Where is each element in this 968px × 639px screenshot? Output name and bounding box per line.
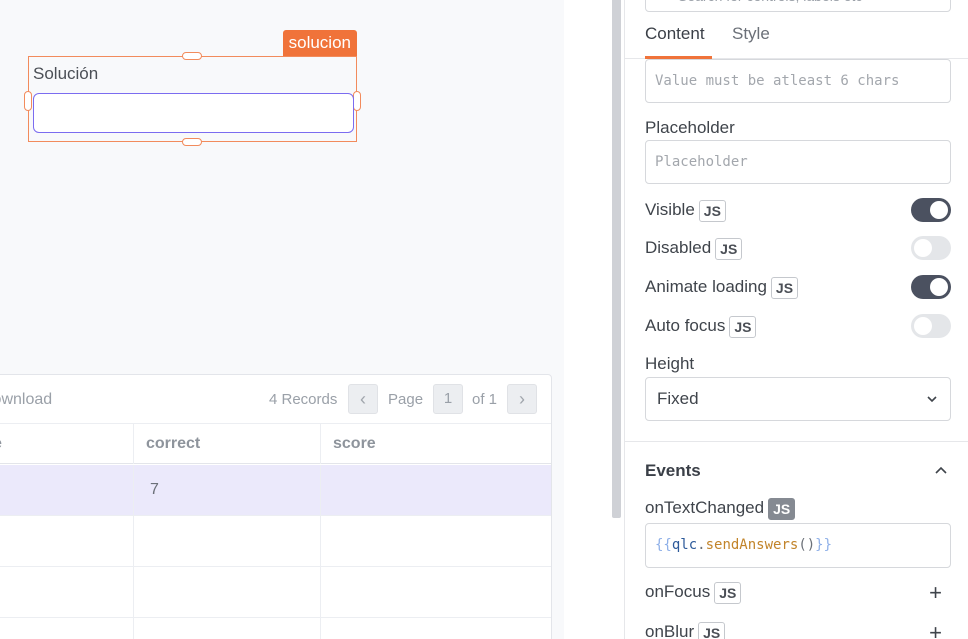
code-object: qlc <box>671 537 698 553</box>
js-toggle-button[interactable]: JS <box>770 276 799 299</box>
table-row[interactable]: 7 <box>0 465 551 516</box>
chevron-right-icon: › <box>519 389 525 409</box>
js-toggle-button[interactable]: JS <box>714 581 742 604</box>
toggle-knob <box>930 201 948 219</box>
animate-loading-property: Animate loading JS <box>645 273 951 301</box>
code-open-brace: {{ <box>655 537 672 553</box>
input-label: Solución <box>33 64 99 83</box>
code-method: sendAnswers <box>705 537 799 553</box>
table-header: e correct score <box>0 424 551 464</box>
chevron-left-icon: ‹ <box>360 389 366 409</box>
table-cell[interactable] <box>0 618 134 639</box>
on-text-changed-label: onTextChanged <box>645 498 765 517</box>
disabled-toggle[interactable] <box>911 236 951 260</box>
events-section-title[interactable]: Events <box>645 461 701 481</box>
page-total: of 1 <box>472 391 498 408</box>
js-toggle-button[interactable]: JS <box>715 237 743 260</box>
js-toggle-button[interactable]: JS <box>729 315 757 338</box>
table-cell[interactable] <box>134 618 321 639</box>
code-close-brace: }} <box>815 537 833 553</box>
on-focus-property: onFocus JS <box>645 578 951 606</box>
animate-loading-toggle[interactable] <box>911 275 951 299</box>
table-cell[interactable] <box>321 516 553 567</box>
visible-property: Visible JS <box>645 196 951 224</box>
canvas-scrollbar-track <box>564 0 624 639</box>
placeholder-field[interactable]: Placeholder <box>645 140 951 184</box>
on-blur-label: onBlur <box>645 622 695 639</box>
table-cell[interactable] <box>0 567 134 618</box>
prev-page-button[interactable]: ‹ <box>348 384 378 414</box>
next-page-button[interactable]: › <box>507 384 537 414</box>
table-row[interactable] <box>0 516 551 567</box>
chevron-down-icon <box>927 396 937 403</box>
auto-focus-toggle[interactable] <box>911 314 951 338</box>
table-cell[interactable] <box>134 516 321 567</box>
chevron-up-icon[interactable] <box>934 464 948 478</box>
auto-focus-property: Auto focus JS <box>645 312 951 340</box>
canvas-scrollbar-thumb[interactable] <box>612 0 621 518</box>
records-count: 4 Records <box>269 391 338 408</box>
table-row[interactable] <box>0 567 551 618</box>
input-widget-selected[interactable]: solucion Solución <box>24 30 361 146</box>
error-message-field[interactable]: Value must be atleast 6 chars <box>645 59 951 103</box>
auto-focus-label: Auto focus <box>645 316 726 335</box>
table-cell[interactable] <box>321 618 553 639</box>
on-blur-property: onBlur JS <box>645 618 951 639</box>
on-text-changed-property: onTextChanged JS <box>645 494 951 522</box>
property-search-input[interactable]: Search for controls, labels etc <box>645 0 951 12</box>
add-on-focus-icon[interactable]: + <box>929 582 942 604</box>
disabled-label: Disabled <box>645 238 712 257</box>
tab-style[interactable]: Style <box>732 22 770 59</box>
resize-handle-right[interactable] <box>353 91 361 111</box>
widget-name-tag[interactable]: solucion <box>282 30 357 56</box>
property-tabs: Content Style <box>625 22 968 59</box>
on-focus-label: onFocus <box>645 582 711 601</box>
height-select-value: Fixed <box>657 389 699 408</box>
column-header-correct[interactable]: correct <box>134 424 321 464</box>
table-cell[interactable] <box>134 567 321 618</box>
placeholder-label: Placeholder <box>645 118 735 137</box>
table-toolbar: Download 4 Records ‹ Page 1 of 1 › <box>0 375 551 424</box>
toggle-knob <box>914 239 932 257</box>
visible-label: Visible <box>645 200 695 219</box>
page-number-input[interactable]: 1 <box>433 384 463 414</box>
property-pane: Search for controls, labels etc Content … <box>624 0 968 639</box>
height-label: Height <box>645 354 695 373</box>
toggle-knob <box>930 278 948 296</box>
resize-handle-left[interactable] <box>24 91 32 111</box>
code-parens: () <box>798 537 816 553</box>
code-dot: . <box>697 537 706 553</box>
disabled-property: Disabled JS <box>645 234 951 262</box>
table-cell[interactable] <box>321 465 553 516</box>
resize-handle-bottom[interactable] <box>182 138 202 146</box>
table-cell[interactable] <box>321 567 553 618</box>
table-cell[interactable] <box>0 516 134 567</box>
table-cell[interactable] <box>0 465 134 516</box>
solucion-input[interactable] <box>33 93 354 133</box>
js-toggle-button-active[interactable]: JS <box>768 497 796 520</box>
column-header[interactable]: e <box>0 424 134 464</box>
table-row[interactable] <box>0 618 551 639</box>
download-button[interactable]: Download <box>0 391 52 409</box>
section-divider <box>625 441 968 442</box>
animate-loading-label: Animate loading <box>645 277 767 296</box>
data-table: Download 4 Records ‹ Page 1 of 1 › e cor… <box>0 374 552 639</box>
resize-handle-top[interactable] <box>182 52 202 60</box>
js-toggle-button[interactable]: JS <box>698 621 726 639</box>
add-on-blur-icon[interactable]: + <box>929 622 942 639</box>
height-select[interactable]: Fixed <box>645 377 951 421</box>
js-toggle-button[interactable]: JS <box>698 199 726 222</box>
tab-content[interactable]: Content <box>645 22 712 59</box>
table-cell[interactable]: 7 <box>134 465 321 516</box>
column-header-score[interactable]: score <box>321 424 553 464</box>
page-label: Page <box>388 391 424 408</box>
toggle-knob <box>914 317 932 335</box>
visible-toggle[interactable] <box>911 198 951 222</box>
on-text-changed-code-editor[interactable]: {{qlc.sendAnswers()}} <box>645 523 951 568</box>
app-canvas[interactable]: solucion Solución Download 4 Records ‹ P… <box>0 0 564 639</box>
